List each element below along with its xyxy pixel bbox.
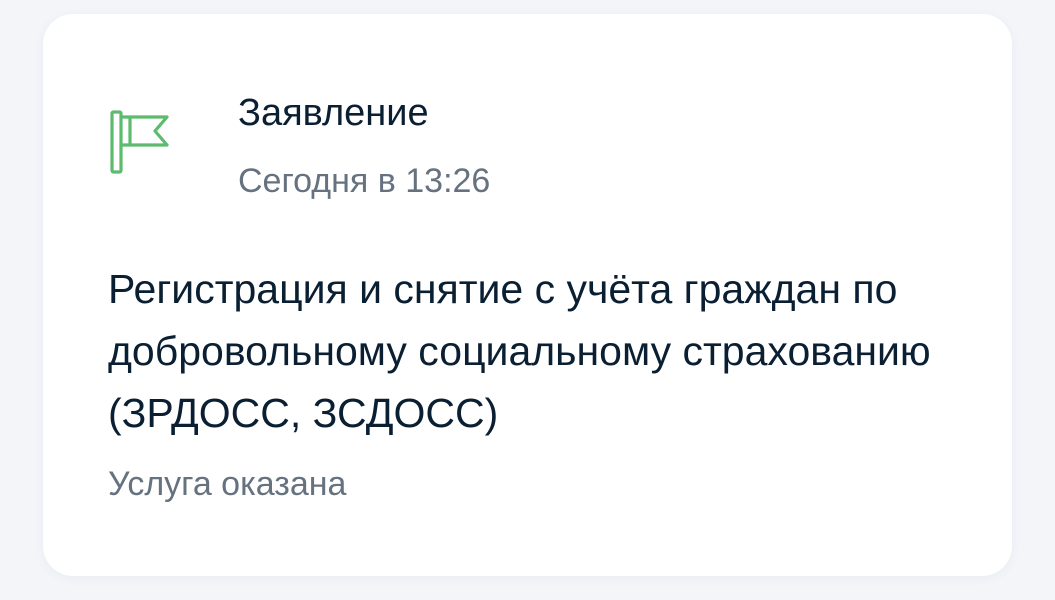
application-date: Сегодня в 13:26 bbox=[238, 162, 491, 200]
application-card[interactable]: Заявление Сегодня в 13:26 Регистрация и … bbox=[43, 14, 1012, 576]
flag-icon bbox=[109, 109, 171, 175]
status-text: Услуга оказана bbox=[108, 465, 347, 503]
application-type-title: Заявление bbox=[238, 92, 429, 134]
service-title: Регистрация и снятие с учёта граждан по … bbox=[108, 266, 931, 436]
